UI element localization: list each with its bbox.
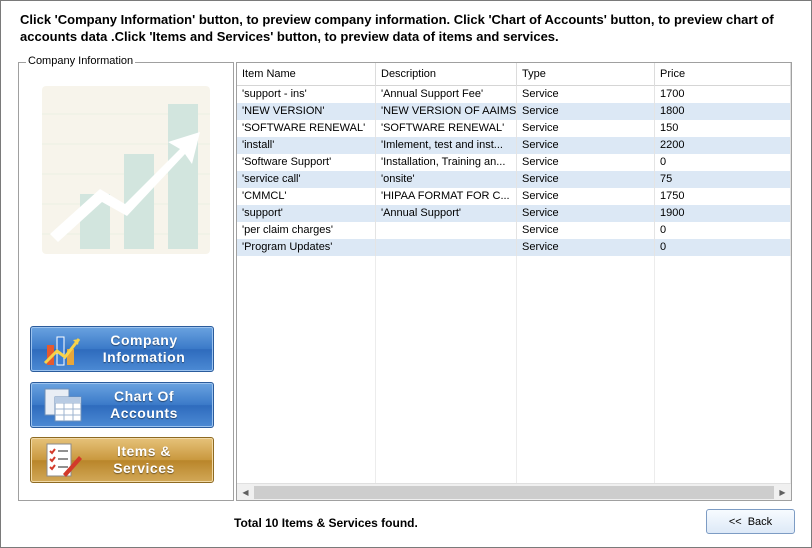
table-row[interactable]: 'SOFTWARE RENEWAL' 'SOFTWARE RENEWAL' Se… [237, 120, 791, 137]
cell-type: Service [517, 154, 655, 171]
groupbox-legend: Company Information [26, 55, 136, 67]
company-button-line2: Information [102, 349, 186, 365]
horizontal-scrollbar[interactable]: ◀ ▶ [237, 483, 791, 500]
cell-price: 1900 [655, 205, 791, 222]
column-header-type[interactable]: Type [517, 63, 655, 86]
column-header-item-name[interactable]: Item Name [237, 63, 376, 86]
cell-type: Service [517, 103, 655, 120]
column-header-description[interactable]: Description [376, 63, 517, 86]
table-row[interactable]: 'service call' 'onsite' Service 75 [237, 171, 791, 188]
items-button-line1: Items & [116, 443, 172, 459]
cell-price: 0 [655, 222, 791, 239]
cell-type: Service [517, 86, 655, 103]
table-row[interactable]: 'Program Updates' Service 0 [237, 239, 791, 256]
cell-item-name: 'install' [237, 137, 376, 154]
cell-type: Service [517, 137, 655, 154]
cell-description: 'onsite' [376, 171, 517, 188]
cell-price: 1700 [655, 86, 791, 103]
cell-item-name: 'SOFTWARE RENEWAL' [237, 120, 376, 137]
cell-price: 2200 [655, 137, 791, 154]
accounts-button-line1: Chart Of [114, 388, 174, 404]
cell-description: 'Annual Support' [376, 205, 517, 222]
cell-item-name: 'NEW VERSION' [237, 103, 376, 120]
cell-item-name: 'support' [237, 205, 376, 222]
cell-item-name: 'service call' [237, 171, 376, 188]
cell-type: Service [517, 205, 655, 222]
cell-price: 1800 [655, 103, 791, 120]
cell-price: 0 [655, 154, 791, 171]
spreadsheet-icon [41, 385, 85, 425]
scroll-track[interactable] [254, 485, 774, 500]
cell-item-name: 'support - ins' [237, 86, 376, 103]
chart-of-accounts-button[interactable]: Chart Of Accounts [30, 382, 214, 428]
cell-price: 75 [655, 171, 791, 188]
cell-description: 'Installation, Training an... [376, 154, 517, 171]
instructions-text: Click 'Company Information' button, to p… [20, 12, 774, 44]
cell-description: 'HIPAA FORMAT FOR C... [376, 188, 517, 205]
cell-type: Service [517, 239, 655, 256]
company-information-button[interactable]: Company Information [30, 326, 214, 372]
cell-description: 'NEW VERSION OF AAIMS' [376, 103, 517, 120]
grid-body: 'support - ins' 'Annual Support Fee' Ser… [237, 86, 791, 484]
scroll-right-icon[interactable]: ▶ [774, 484, 791, 501]
back-button[interactable]: << Back [706, 509, 795, 534]
cell-description [376, 239, 517, 256]
items-grid[interactable]: Item Name Description Type Price 'suppor… [236, 62, 792, 501]
cell-description: 'Annual Support Fee' [376, 86, 517, 103]
items-and-services-button[interactable]: Items & Services [30, 437, 214, 483]
checklist-icon [41, 440, 85, 480]
accounts-button-line2: Accounts [110, 405, 178, 421]
company-button-line1: Company [110, 332, 178, 348]
cell-type: Service [517, 188, 655, 205]
back-arrow-icon: << [728, 515, 742, 528]
cell-type: Service [517, 171, 655, 188]
table-row[interactable]: 'support - ins' 'Annual Support Fee' Ser… [237, 86, 791, 103]
table-row[interactable]: 'install' 'Imlement, test and inst... Se… [237, 137, 791, 154]
cell-price: 150 [655, 120, 791, 137]
cell-price: 1750 [655, 188, 791, 205]
table-row[interactable]: 'NEW VERSION' 'NEW VERSION OF AAIMS' Ser… [237, 103, 791, 120]
scroll-thumb[interactable] [254, 485, 774, 499]
cell-type: Service [517, 222, 655, 239]
cell-price: 0 [655, 239, 791, 256]
growth-chart-illustration [42, 86, 210, 254]
bar-chart-icon [41, 329, 85, 369]
table-row[interactable]: 'per claim charges' Service 0 [237, 222, 791, 239]
cell-item-name: 'per claim charges' [237, 222, 376, 239]
table-row[interactable]: 'Software Support' 'Installation, Traini… [237, 154, 791, 171]
cell-description [376, 222, 517, 239]
grid-header: Item Name Description Type Price [237, 63, 791, 86]
column-header-price[interactable]: Price [655, 63, 791, 86]
cell-description: 'SOFTWARE RENEWAL' [376, 120, 517, 137]
scroll-left-icon[interactable]: ◀ [237, 484, 254, 501]
cell-item-name: 'Software Support' [237, 154, 376, 171]
status-count-text: Total 10 Items & Services found. [234, 516, 418, 530]
cell-item-name: 'CMMCL' [237, 188, 376, 205]
items-button-line2: Services [113, 460, 175, 476]
cell-description: 'Imlement, test and inst... [376, 137, 517, 154]
table-row[interactable]: 'support' 'Annual Support' Service 1900 [237, 205, 791, 222]
table-row[interactable]: 'CMMCL' 'HIPAA FORMAT FOR C... Service 1… [237, 188, 791, 205]
cell-item-name: 'Program Updates' [237, 239, 376, 256]
back-button-label: Back [747, 515, 773, 528]
cell-type: Service [517, 120, 655, 137]
